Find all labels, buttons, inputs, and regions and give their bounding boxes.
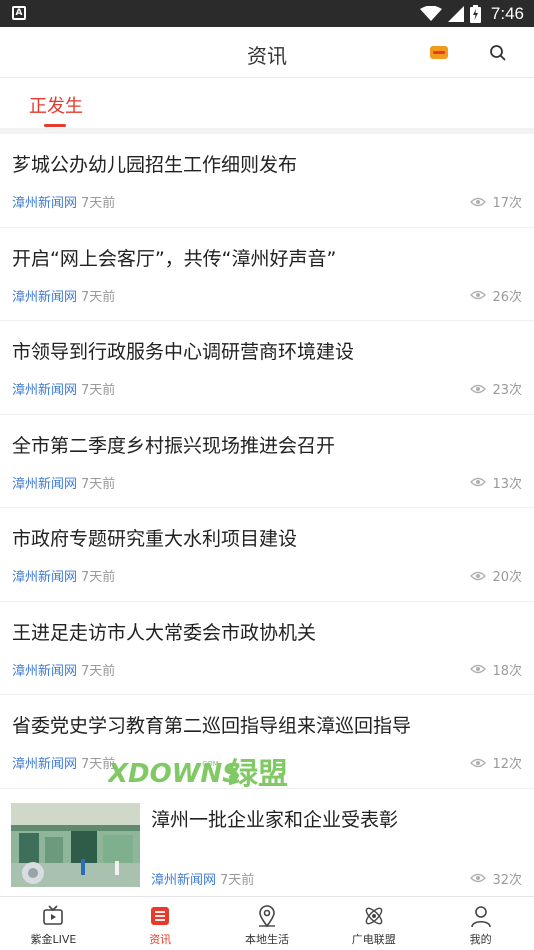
channel-underline [44, 124, 66, 127]
news-title: 全市第二季度乡村振兴现场推进会召开 [12, 434, 336, 457]
view-count: 20次 [492, 570, 522, 585]
news-source: 漳州新闻网 [12, 383, 78, 398]
view-count: 32次 [492, 872, 522, 888]
news-age: 7天前 [81, 289, 116, 305]
app-header: 资讯 [0, 27, 534, 78]
news-title: 王进足走访市人大常委会市政协机关 [12, 621, 317, 644]
news-source: 漳州新闻网 [12, 663, 78, 679]
eye-icon [470, 384, 487, 393]
news-item[interactable]: 开启“网上会客厅”，共传“漳州好声音” 漳州新闻网 7天前 26次 [0, 228, 534, 321]
news-views: 18次 [470, 660, 522, 679]
news-title: 漳州一批企业家和企业受表彰 [151, 808, 399, 831]
eye-icon [470, 197, 487, 206]
wifi-icon [419, 6, 442, 21]
news-item-with-image[interactable]: 漳州一批企业家和企业受表彰 漳州新闻网 7天前 32次 [0, 789, 534, 897]
view-count: 23次 [492, 383, 522, 398]
news-views: 12次 [470, 753, 522, 772]
news-item[interactable]: 省委党史学习教育第二巡回指导组来漳巡回指导 漳州新闻网 7天前 12次 [0, 695, 534, 789]
news-item[interactable]: 市领导到行政服务中心调研营商环境建设 漳州新闻网 7天前 23次 [0, 321, 534, 415]
news-age: 7天前 [81, 663, 116, 679]
news-views: 23次 [470, 379, 522, 398]
news-source: 漳州新闻网 [12, 757, 78, 772]
view-count: 12次 [492, 757, 522, 772]
news-title: 市领导到行政服务中心调研营商环境建设 [12, 341, 355, 363]
news-title: 芗城公办幼儿园招生工作细则发布 [12, 154, 298, 176]
news-source: 漳州新闻网 [151, 872, 217, 888]
notification-a-icon: A [12, 6, 26, 20]
tab-label: 紫金LIVE [30, 933, 77, 946]
news-views: 17次 [470, 192, 522, 211]
tab-label: 本地生活 [244, 933, 289, 946]
news-item[interactable]: 市政府专题研究重大水利项目建设 漳州新闻网 7天前 20次 [0, 508, 534, 602]
user-icon [470, 906, 491, 928]
news-source: 漳州新闻网 [12, 476, 78, 492]
news-item[interactable]: 王进足走访市人大常委会市政协机关 漳州新闻网 7天前 18次 [0, 602, 534, 695]
news-age: 7天前 [81, 570, 116, 585]
tab-label: 广电联盟 [351, 933, 396, 946]
news-thumbnail [11, 802, 140, 887]
tab-label: 资讯 [149, 933, 172, 946]
news-source: 漳州新闻网 [12, 570, 78, 585]
news-title: 省委党史学习教育第二巡回指导组来漳巡回指导 [12, 715, 412, 737]
news-age: 7天前 [81, 757, 116, 772]
news-source: 漳州新闻网 [12, 196, 78, 211]
page-title: 资讯 [247, 44, 287, 68]
news-title: 开启“网上会客厅”，共传“漳州好声音” [12, 247, 337, 270]
battery-charging-icon [469, 5, 481, 23]
tab-mine[interactable]: 我的 [427, 897, 534, 950]
channel-bar: 正发生 [0, 78, 534, 128]
news-views: 32次 [470, 869, 522, 888]
view-count: 13次 [492, 476, 522, 492]
news-views: 13次 [470, 473, 522, 492]
tab-news[interactable]: 资讯 [107, 897, 214, 950]
gift-badge-icon[interactable] [430, 46, 448, 59]
news-icon [151, 907, 170, 925]
clock: 7:46 [490, 4, 524, 23]
eye-icon [470, 290, 487, 300]
eye-icon [470, 664, 487, 674]
channel-tab-active[interactable]: 正发生 [29, 92, 83, 118]
eye-icon [470, 758, 487, 767]
tab-broadcast-alliance[interactable]: 广电联盟 [320, 897, 427, 950]
view-count: 18次 [492, 663, 522, 679]
news-views: 26次 [470, 286, 522, 305]
news-age: 7天前 [81, 383, 116, 398]
signal-icon [447, 6, 464, 22]
eye-icon [470, 873, 487, 883]
news-age: 7天前 [220, 872, 255, 888]
view-count: 17次 [492, 196, 522, 211]
news-title: 市政府专题研究重大水利项目建设 [12, 528, 298, 550]
news-source: 漳州新闻网 [12, 289, 78, 305]
eye-icon [470, 571, 487, 580]
tv-icon [43, 905, 64, 925]
bottom-tab-bar: 紫金LIVE 资讯 本地生活 广电联盟 我的 [0, 896, 534, 950]
news-list: 芗城公办幼儿园招生工作细则发布 漳州新闻网 7天前 17次 开启“网上会客厅”，… [0, 134, 534, 897]
tab-zijin-live[interactable]: 紫金LIVE [0, 897, 107, 950]
status-bar: A 7:46 [0, 0, 534, 27]
view-count: 26次 [492, 289, 522, 305]
news-item[interactable]: 芗城公办幼儿园招生工作细则发布 漳州新闻网 7天前 17次 [0, 134, 534, 228]
tab-label: 我的 [469, 933, 492, 946]
location-pin-icon [258, 905, 275, 928]
eye-icon [470, 477, 487, 487]
search-icon[interactable] [488, 43, 508, 63]
news-age: 7天前 [81, 476, 116, 492]
news-item[interactable]: 全市第二季度乡村振兴现场推进会召开 漳州新闻网 7天前 13次 [0, 415, 534, 508]
tab-local-life[interactable]: 本地生活 [214, 897, 321, 950]
news-views: 20次 [470, 566, 522, 585]
news-age: 7天前 [81, 196, 116, 211]
atom-icon [365, 907, 383, 925]
